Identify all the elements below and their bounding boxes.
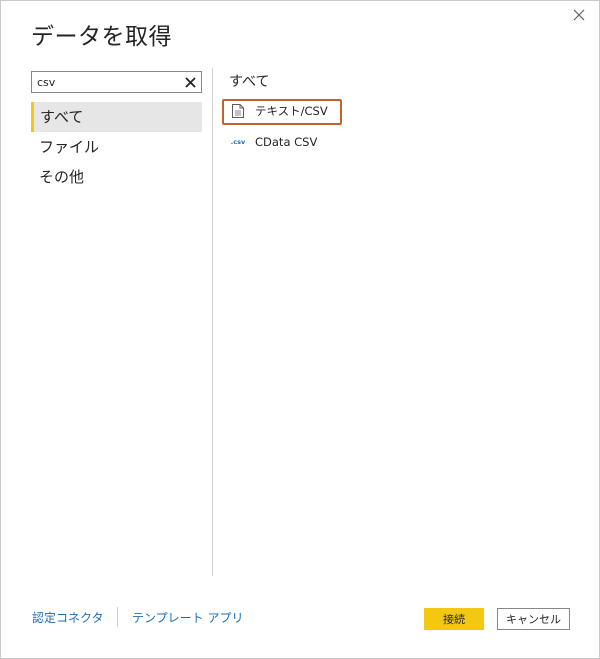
search-box — [31, 71, 202, 93]
clear-icon — [184, 76, 196, 88]
search-input[interactable] — [32, 72, 178, 92]
csv-icon: .csv — [230, 138, 246, 146]
category-all[interactable]: すべて — [31, 102, 202, 132]
close-button[interactable] — [569, 5, 589, 25]
certified-connectors-link[interactable]: 認定コネクタ — [32, 609, 104, 626]
category-other[interactable]: その他 — [31, 162, 202, 192]
clear-search-button[interactable] — [182, 74, 198, 90]
connector-label: テキスト/CSV — [255, 104, 328, 118]
template-apps-link[interactable]: テンプレート アプリ — [132, 609, 243, 626]
connector-cdata-csv[interactable]: .csv CData CSV — [229, 131, 318, 153]
connector-label: CData CSV — [255, 135, 318, 149]
get-data-dialog: データを取得 すべて ファイル その他 すべて テキスト/CSV — [0, 0, 600, 659]
close-icon — [573, 9, 585, 21]
results-heading: すべて — [229, 74, 270, 90]
document-icon — [229, 102, 247, 120]
category-nav: すべて ファイル その他 — [31, 102, 202, 192]
category-file[interactable]: ファイル — [31, 132, 202, 162]
panel-divider — [212, 68, 213, 576]
cancel-button[interactable]: キャンセル — [497, 608, 570, 630]
connector-text-csv[interactable]: テキスト/CSV — [229, 100, 328, 122]
footer-divider — [117, 607, 118, 627]
connect-button[interactable]: 接続 — [424, 608, 484, 630]
dialog-title: データを取得 — [31, 24, 172, 50]
